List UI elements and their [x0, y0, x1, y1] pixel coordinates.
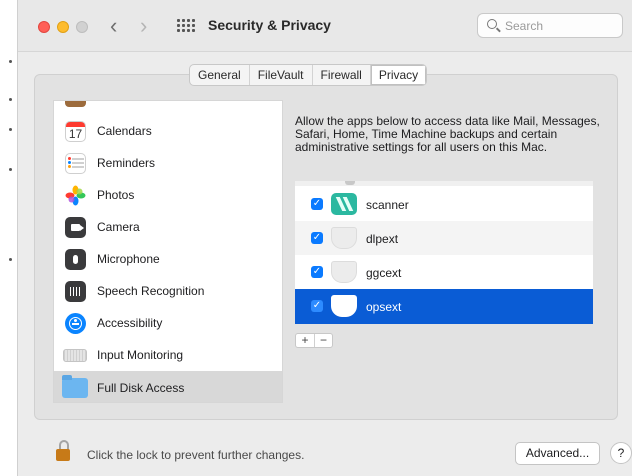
help-button[interactable]: ? — [610, 442, 632, 464]
calendar-icon: 17 — [65, 120, 86, 142]
window-title: Security & Privacy — [208, 17, 331, 33]
tab-firewall[interactable]: Firewall — [313, 65, 371, 85]
app-name: opsext — [366, 300, 402, 314]
photos-icon — [65, 185, 86, 206]
sidebar-item-label: Input Monitoring — [97, 348, 184, 362]
privacy-category-list[interactable]: 17 Calendars Reminders Photos Camera Mic… — [53, 100, 283, 403]
sidebar-item-label: Full Disk Access — [97, 380, 185, 395]
keyboard-icon — [63, 348, 87, 362]
shield-icon — [331, 295, 357, 317]
remove-button[interactable]: − — [314, 334, 332, 347]
checkbox-scanner[interactable]: ✓ — [311, 198, 323, 210]
sidebar-item-photos[interactable]: Photos — [54, 179, 282, 211]
folder-icon — [62, 374, 88, 398]
scanner-app-icon — [331, 193, 357, 215]
sidebar-item-label: Speech Recognition — [97, 284, 205, 298]
back-button[interactable]: ‹ — [110, 14, 117, 38]
sidebar-item-accessibility[interactable]: Accessibility — [54, 307, 282, 339]
show-all-grid-icon[interactable] — [177, 19, 195, 33]
close-button[interactable] — [38, 21, 50, 33]
security-privacy-window: ‹ › Security & Privacy Search General Fi… — [17, 0, 632, 476]
sidebar-item-speech-recognition[interactable]: Speech Recognition — [54, 275, 282, 307]
lock-status-text: Click the lock to prevent further change… — [87, 448, 305, 462]
sidebar-item-calendars[interactable]: 17 Calendars — [54, 115, 282, 147]
sidebar-item-label: Camera — [97, 220, 140, 234]
app-name: ggcext — [366, 266, 402, 280]
minimize-button[interactable] — [57, 21, 69, 33]
sidebar-item-microphone[interactable]: Microphone — [54, 243, 282, 275]
app-row-dlpext[interactable]: ✓ dlpext — [295, 221, 593, 255]
tab-privacy[interactable]: Privacy — [370, 65, 427, 85]
sidebar-item-full-disk-access[interactable]: Full Disk Access — [54, 371, 282, 402]
accessibility-icon — [65, 312, 86, 334]
partial-list-row — [295, 181, 593, 186]
camera-icon — [65, 216, 86, 238]
reminders-icon — [65, 152, 86, 174]
checkbox-opsext[interactable]: ✓ — [311, 300, 323, 312]
app-name: dlpext — [366, 232, 399, 246]
sidebar-item-label: Accessibility — [97, 316, 163, 330]
sidebar-item-label: Calendars — [97, 124, 152, 138]
checkbox-dlpext[interactable]: ✓ — [311, 232, 323, 244]
add-button[interactable]: + — [296, 334, 314, 347]
app-row-scanner[interactable]: ✓ scanner — [295, 187, 593, 221]
sidebar-item-camera[interactable]: Camera — [54, 211, 282, 243]
search-placeholder: Search — [505, 19, 544, 33]
tab-general[interactable]: General — [190, 65, 250, 85]
speech-recognition-icon — [65, 280, 86, 302]
add-remove-control: + − — [295, 333, 333, 348]
advanced-button[interactable]: Advanced... — [515, 442, 600, 465]
app-row-opsext[interactable]: ✓ opsext — [295, 289, 593, 324]
search-icon — [487, 19, 497, 29]
microphone-icon — [65, 248, 86, 270]
title-bar: ‹ › Security & Privacy Search — [18, 0, 632, 52]
checkbox-ggcext[interactable]: ✓ — [311, 266, 323, 278]
app-row-ggcext[interactable]: ✓ ggcext — [295, 255, 593, 289]
search-field[interactable]: Search — [477, 13, 623, 38]
tab-bar: General FileVault Firewall Privacy — [189, 64, 428, 86]
sidebar-item-input-monitoring[interactable]: Input Monitoring — [54, 339, 282, 371]
shield-icon — [331, 227, 357, 249]
sidebar-item-label: Microphone — [97, 252, 160, 266]
sidebar-item-reminders[interactable]: Reminders — [54, 147, 282, 179]
app-access-list[interactable]: ✓ scanner ✓ dlpext ✓ ggcext ✓ opsext — [295, 181, 593, 324]
sidebar-item-label: Photos — [97, 188, 135, 202]
lock-icon[interactable] — [56, 440, 70, 462]
zoom-button[interactable] — [76, 21, 88, 33]
sidebar-item-label: Reminders — [97, 156, 156, 170]
forward-button[interactable]: › — [140, 14, 147, 38]
tab-filevault[interactable]: FileVault — [250, 65, 313, 85]
shield-icon — [331, 261, 357, 283]
background-edge — [0, 0, 17, 476]
app-name: scanner — [366, 198, 409, 212]
access-description: Allow the apps below to access data like… — [295, 114, 600, 154]
partial-category-icon — [65, 101, 86, 107]
